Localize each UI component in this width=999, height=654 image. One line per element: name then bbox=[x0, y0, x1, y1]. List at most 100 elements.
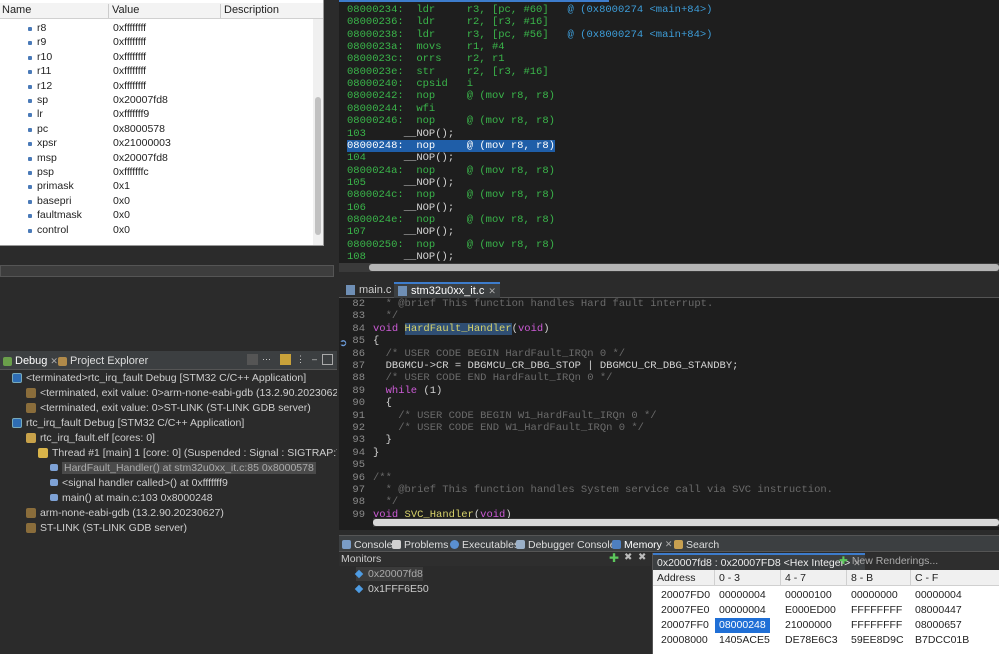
close-icon[interactable]: ✕ bbox=[488, 286, 496, 297]
close-icon[interactable]: ✕ bbox=[665, 539, 673, 550]
memory-value[interactable]: 00000004 bbox=[915, 588, 962, 603]
register-row[interactable]: faultmask 0x0 bbox=[0, 209, 322, 223]
link-icon[interactable]: ⋯ bbox=[261, 354, 272, 365]
disassembly-instruction[interactable]: 08000250: nop @ (mov r8, r8) bbox=[347, 239, 555, 251]
register-row[interactable]: r8 0xffffffff bbox=[0, 22, 322, 36]
memory-value[interactable]: 21000000 bbox=[785, 618, 832, 633]
code-line[interactable]: 98 */ bbox=[339, 496, 999, 508]
memory-value[interactable]: 08000248 bbox=[715, 618, 770, 633]
register-value[interactable]: 0x0 bbox=[113, 209, 130, 221]
memory-value[interactable]: 08000447 bbox=[915, 603, 962, 618]
code-editor[interactable]: 82 * @brief This function handles Hard f… bbox=[339, 298, 999, 530]
disassembly-source-line[interactable]: 107 __NOP(); bbox=[347, 226, 454, 238]
memory-value[interactable]: 00000004 bbox=[719, 603, 766, 618]
tab-debugger-console[interactable]: Debugger Console bbox=[516, 537, 616, 552]
tree-elf[interactable]: rtc_irq_fault.elf [cores: 0] bbox=[26, 430, 155, 445]
memory-value[interactable]: DE78E6C3 bbox=[785, 633, 838, 648]
disassembly-instruction[interactable]: 0800024c: nop @ (mov r8, r8) bbox=[347, 189, 555, 201]
minimized-panel-bar[interactable] bbox=[0, 265, 334, 277]
disassembly-instruction[interactable]: 08000234: ldr r3, [pc, #60] @ (0x8000274… bbox=[347, 4, 712, 16]
register-row[interactable]: r11 0xffffffff bbox=[0, 65, 322, 79]
register-value[interactable]: 0x20007fd8 bbox=[113, 152, 168, 164]
memory-value[interactable]: B7DCC01B bbox=[915, 633, 969, 648]
editor-hscroll-thumb[interactable] bbox=[373, 519, 999, 526]
register-row[interactable]: pc 0x8000578 bbox=[0, 123, 322, 137]
register-value[interactable]: 0x21000003 bbox=[113, 137, 171, 149]
tab-memory[interactable]: Memory ✕ bbox=[612, 537, 672, 552]
register-value[interactable]: 0xfffffff9 bbox=[113, 108, 149, 120]
register-row[interactable]: r9 0xffffffff bbox=[0, 36, 322, 50]
register-value[interactable]: 0x0 bbox=[113, 224, 130, 236]
tree-stlink[interactable]: ST-LINK (ST-LINK GDB server) bbox=[26, 520, 187, 535]
register-row[interactable]: xpsr 0x21000003 bbox=[0, 137, 322, 151]
code-line[interactable]: 93 } bbox=[339, 434, 999, 446]
new-renderings-tab[interactable]: ✚ New Renderings... bbox=[839, 555, 938, 567]
disassembly-instruction[interactable]: 08000246: nop @ (mov r8, r8) bbox=[347, 115, 555, 127]
code-line[interactable]: 95 bbox=[339, 459, 999, 471]
register-value[interactable]: 0xffffffff bbox=[113, 80, 146, 92]
add-monitor-icon[interactable]: ✚ bbox=[609, 551, 619, 565]
rendering-tab[interactable]: 0x20007fd8 : 0x20007FD8 <Hex Integer> ✕ bbox=[653, 553, 865, 570]
monitor-item[interactable]: 0x20007fd8 bbox=[354, 567, 423, 581]
tree-frame-signal[interactable]: <signal handler called>() at 0xfffffff9 bbox=[50, 475, 228, 490]
register-value[interactable]: 0x8000578 bbox=[113, 123, 165, 135]
registers-scroll-thumb[interactable] bbox=[315, 97, 321, 235]
code-line[interactable]: 89 while (1) bbox=[339, 385, 999, 397]
tree-launch-terminated[interactable]: <terminated>rtc_irq_fault Debug [STM32 C… bbox=[12, 370, 306, 385]
code-line[interactable]: 94} bbox=[339, 447, 999, 459]
memory-value[interactable]: 1405ACE5 bbox=[719, 633, 770, 648]
code-line[interactable]: 91 /* USER CODE BEGIN W1_HardFault_IRQn … bbox=[339, 410, 999, 422]
disassembly-instruction[interactable]: 08000248: nop @ (mov r8, r8) bbox=[347, 139, 555, 152]
code-line[interactable]: 87 DBGMCU->CR = DBGMCU_CR_DBG_STOP | DBG… bbox=[339, 360, 999, 372]
register-row[interactable]: sp 0x20007fd8 bbox=[0, 94, 322, 108]
tree-gdb[interactable]: arm-none-eabi-gdb (13.2.90.20230627) bbox=[26, 505, 224, 520]
register-row[interactable]: basepri 0x0 bbox=[0, 195, 322, 209]
disassembly-hscroll-thumb[interactable] bbox=[369, 264, 999, 271]
code-line[interactable]: 82 * @brief This function handles Hard f… bbox=[339, 298, 999, 310]
close-icon[interactable]: ✕ bbox=[50, 356, 58, 367]
tree-gdb-terminated[interactable]: <terminated, exit value: 0>arm-none-eabi… bbox=[26, 385, 337, 400]
register-value[interactable]: 0xffffffff bbox=[113, 22, 146, 34]
tab-search[interactable]: Search bbox=[674, 537, 719, 552]
monitor-item[interactable]: 0x1FFF6E50 bbox=[354, 582, 429, 596]
maximize-icon[interactable] bbox=[322, 354, 333, 365]
code-line[interactable]: 96 /** bbox=[339, 472, 999, 484]
memory-value[interactable]: FFFFFFFF bbox=[851, 618, 902, 633]
code-line[interactable]: 97 * @brief This function handles System… bbox=[339, 484, 999, 496]
code-line[interactable]: 86 /* USER CODE BEGIN HardFault_IRQn 0 *… bbox=[339, 348, 999, 360]
tree-thread[interactable]: Thread #1 [main] 1 [core: 0] (Suspended … bbox=[38, 445, 337, 460]
disassembly-instruction[interactable]: 08000244: wfi bbox=[347, 103, 435, 115]
disassembly-instruction[interactable]: 08000240: cpsid i bbox=[347, 78, 473, 90]
disassembly-source-line[interactable]: 103 __NOP(); bbox=[347, 128, 454, 140]
minimize-icon[interactable]: – bbox=[309, 354, 320, 365]
register-value[interactable]: 0x1 bbox=[113, 180, 130, 192]
disassembly-instruction[interactable]: 0800023a: movs r1, #4 bbox=[347, 41, 505, 53]
disassembly-instruction[interactable]: 0800024a: nop @ (mov r8, r8) bbox=[347, 165, 555, 177]
remove-monitor-icon[interactable]: ✖ bbox=[624, 552, 632, 563]
disassembly-source-line[interactable]: 108 __NOP(); bbox=[347, 251, 454, 263]
code-line[interactable]: 88 /* USER CODE END HardFault_IRQn 0 */ bbox=[339, 372, 999, 384]
register-row[interactable]: r12 0xffffffff bbox=[0, 80, 322, 94]
memory-value[interactable]: 59EE8D9C bbox=[851, 633, 904, 648]
disassembly-instruction[interactable]: 08000242: nop @ (mov r8, r8) bbox=[347, 90, 555, 102]
disassembly-instruction[interactable]: 0800024e: nop @ (mov r8, r8) bbox=[347, 214, 555, 226]
tree-frame-main[interactable]: main() at main.c:103 0x8000248 bbox=[50, 490, 213, 505]
disassembly-instruction[interactable]: 0800023c: orrs r2, r1 bbox=[347, 53, 505, 65]
disassembly-instruction[interactable]: 0800023e: str r2, [r3, #16] bbox=[347, 66, 549, 78]
disassembly-instruction[interactable]: 08000238: ldr r3, [pc, #56] @ (0x8000274… bbox=[347, 29, 712, 41]
memory-value[interactable]: E000ED00 bbox=[785, 603, 836, 618]
code-line[interactable]: 90 { bbox=[339, 397, 999, 409]
register-value[interactable]: 0xffffffff bbox=[113, 51, 146, 63]
tab-debug[interactable]: Debug ✕ bbox=[3, 353, 58, 369]
tab-project-explorer[interactable]: Project Explorer bbox=[58, 353, 148, 369]
tab-executables[interactable]: Executables bbox=[450, 537, 519, 552]
register-row[interactable]: lr 0xfffffff9 bbox=[0, 108, 322, 122]
register-value[interactable]: 0x20007fd8 bbox=[113, 94, 168, 106]
step-filter-icon[interactable] bbox=[280, 354, 291, 365]
registers-col-value[interactable]: Value bbox=[110, 4, 221, 18]
memory-value[interactable]: 00000000 bbox=[851, 588, 898, 603]
tab-main-c[interactable]: main.c bbox=[342, 282, 395, 298]
register-row[interactable]: psp 0xfffffffc bbox=[0, 166, 322, 180]
disassembly-source-line[interactable]: 105 __NOP(); bbox=[347, 177, 454, 189]
code-line[interactable]: 83 */ bbox=[339, 310, 999, 322]
